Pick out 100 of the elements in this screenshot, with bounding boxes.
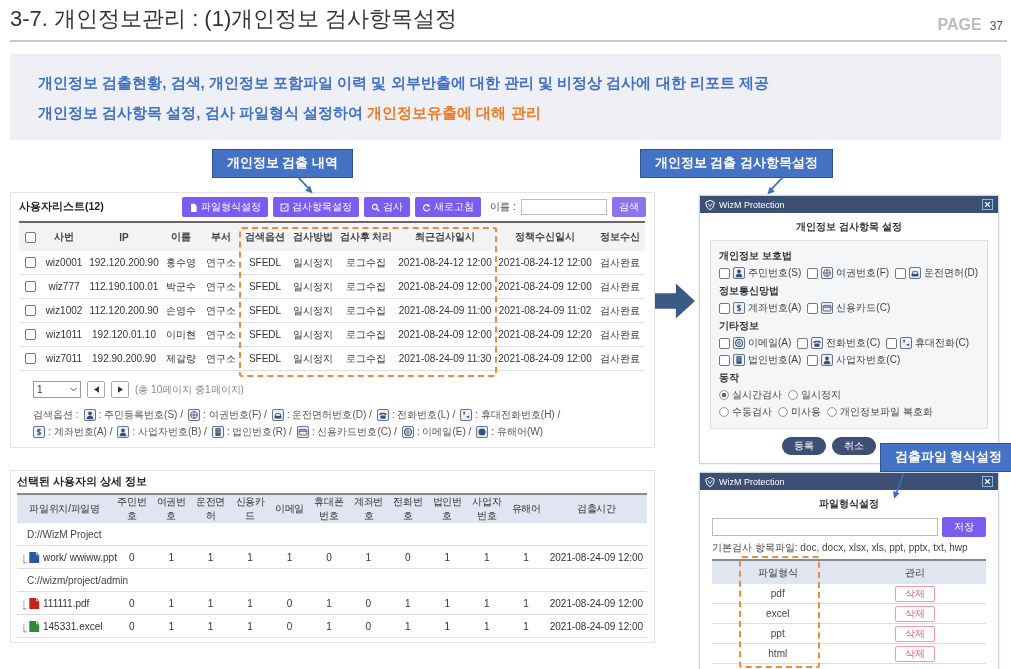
previous-page-button[interactable] <box>87 381 105 398</box>
file-name[interactable]: work/ wwiww.ppt <box>43 551 117 563</box>
page-select[interactable]: 1 <box>33 381 81 398</box>
column-header: 주민번호 <box>112 494 152 523</box>
table-cell: 112.120.200.90 <box>87 298 161 323</box>
table-cell: 2021-08-24-09 11:00 <box>395 298 495 323</box>
column-header: 신용카드 <box>230 494 270 523</box>
table-cell: 연구소 <box>201 322 241 347</box>
radio-button[interactable] <box>788 390 798 400</box>
toolbar-button[interactable]: 파일형식설정 <box>182 197 269 217</box>
column-header: 여권번호 <box>151 494 191 523</box>
next-page-button[interactable] <box>111 381 129 398</box>
close-icon[interactable] <box>982 476 993 487</box>
checkbox[interactable] <box>719 302 730 314</box>
table-cell: 박군수 <box>161 274 201 299</box>
checkbox[interactable] <box>24 329 36 341</box>
delete-button[interactable]: 삭제 <box>894 605 935 622</box>
callout-label: 개인정보 검출 검사항목설정 <box>640 149 833 178</box>
table-cell: 로그수집 <box>337 274 395 299</box>
table-cell: 0 <box>112 614 152 638</box>
checkbox[interactable] <box>807 267 819 279</box>
checkbox[interactable] <box>24 305 36 317</box>
panel-title: 선택된 사용자의 상세 정보 <box>17 475 148 489</box>
checkbox[interactable] <box>719 267 730 279</box>
dialog-button[interactable]: 취소 <box>832 437 876 455</box>
table-cell: 1 <box>467 545 507 569</box>
toolbar-button[interactable]: 새로고침 <box>415 197 482 217</box>
legend-text: : 신용카드번호(C) / <box>311 425 397 439</box>
table-cell: 이미현 <box>161 322 201 347</box>
triangle-right-icon <box>117 386 123 393</box>
right-arrow-icon <box>655 283 695 319</box>
table-cell: 1 <box>427 545 467 569</box>
summary-line: 개인정보 검출현황, 검색, 개인정보 포함파일 이력 및 외부반출에 대한 관리 및 비정상 검사에 대한 리포트 제공 <box>38 73 770 93</box>
checkbox[interactable] <box>24 353 36 365</box>
credit-card-icon <box>296 426 309 438</box>
table-cell: 검사완료 <box>595 251 645 275</box>
at-sign-icon <box>401 426 414 438</box>
field-label: 이름 : <box>490 200 516 214</box>
radio-button[interactable] <box>719 390 729 400</box>
table-cell: 일시정지 <box>289 346 337 371</box>
column-header: 정책수신일시 <box>495 222 595 251</box>
table-cell: 2021-08-24-09 11:02 <box>495 298 595 323</box>
table-cell: 검사완료 <box>595 346 645 371</box>
caret-icon <box>70 387 77 392</box>
table-cell: 2021-08-24-09 12:00 <box>395 274 495 299</box>
radio-button[interactable] <box>778 407 788 417</box>
table-cell: 2021-08-24-09 12:00 <box>545 591 647 615</box>
section-heading: 동작 <box>719 371 740 385</box>
checkbox[interactable] <box>24 257 36 269</box>
checkbox[interactable] <box>24 231 36 243</box>
table-cell: 192.90.200.90 <box>87 346 161 371</box>
checkbox[interactable] <box>807 302 819 314</box>
page-number: 37 <box>989 19 1003 33</box>
delete-button[interactable]: 삭제 <box>894 645 935 662</box>
table-cell: 검사완료 <box>595 298 645 323</box>
checkbox[interactable] <box>719 354 730 366</box>
dialog-button[interactable]: 등록 <box>782 437 826 455</box>
toolbar-button[interactable]: 검사 <box>364 197 411 217</box>
page-info: (총 10페이지 중1페이지) <box>135 382 244 397</box>
delete-button[interactable]: 삭제 <box>894 585 935 602</box>
checkbox[interactable] <box>24 281 36 293</box>
checkbox[interactable] <box>886 337 898 349</box>
section-heading: 정보통신망법 <box>719 284 780 298</box>
table-cell: html <box>712 643 844 664</box>
checkbox[interactable] <box>797 337 809 349</box>
toolbar-button[interactable]: 검사항목설정 <box>273 197 360 217</box>
delete-button[interactable]: 삭제 <box>894 625 935 642</box>
person-icon <box>117 426 130 438</box>
table-cell: 1 <box>348 545 389 569</box>
name-search-field[interactable] <box>521 199 607 215</box>
save-button[interactable]: 저장 <box>942 517 986 537</box>
checkbox[interactable] <box>807 354 819 366</box>
person-icon <box>821 354 834 366</box>
close-icon[interactable] <box>982 199 993 210</box>
callout-label: 개인정보 검출 내역 <box>212 149 353 178</box>
radio-label: 미사용 <box>791 405 821 419</box>
table-cell: 0 <box>269 614 310 638</box>
telephone-icon <box>376 409 389 421</box>
table-cell: 연구소 <box>201 251 241 275</box>
checkbox[interactable] <box>719 337 730 349</box>
column-header: 유해어 <box>506 494 546 523</box>
default-formats-text: 기본검사 항목파일: doc, docx, xlsx, xls, ppt, pptx, txt, hwp <box>712 541 969 555</box>
table-cell: wiz777 <box>41 274 87 299</box>
table-cell: 일시정지 <box>289 274 337 299</box>
search-button[interactable]: 검색 <box>612 197 646 217</box>
file-name[interactable]: 111111.pdf <box>43 597 90 609</box>
radio-button[interactable] <box>719 407 729 417</box>
checkbox[interactable] <box>895 267 907 279</box>
table-cell: 1 <box>467 614 507 638</box>
radio-button[interactable] <box>827 407 837 417</box>
format-input-field[interactable] <box>712 518 938 536</box>
legend-text: : 유해어(W) <box>491 425 543 439</box>
phone-handset-icon <box>460 409 473 421</box>
telephone-icon <box>811 337 824 349</box>
circle-icon <box>476 426 489 438</box>
callout-label: 검출파일 형식설정 <box>880 443 1011 472</box>
document-icon <box>189 202 199 212</box>
file-name[interactable]: 145331.excel <box>43 620 103 632</box>
table-cell: 검사완료 <box>595 274 645 299</box>
table-cell: 1 <box>230 591 270 615</box>
